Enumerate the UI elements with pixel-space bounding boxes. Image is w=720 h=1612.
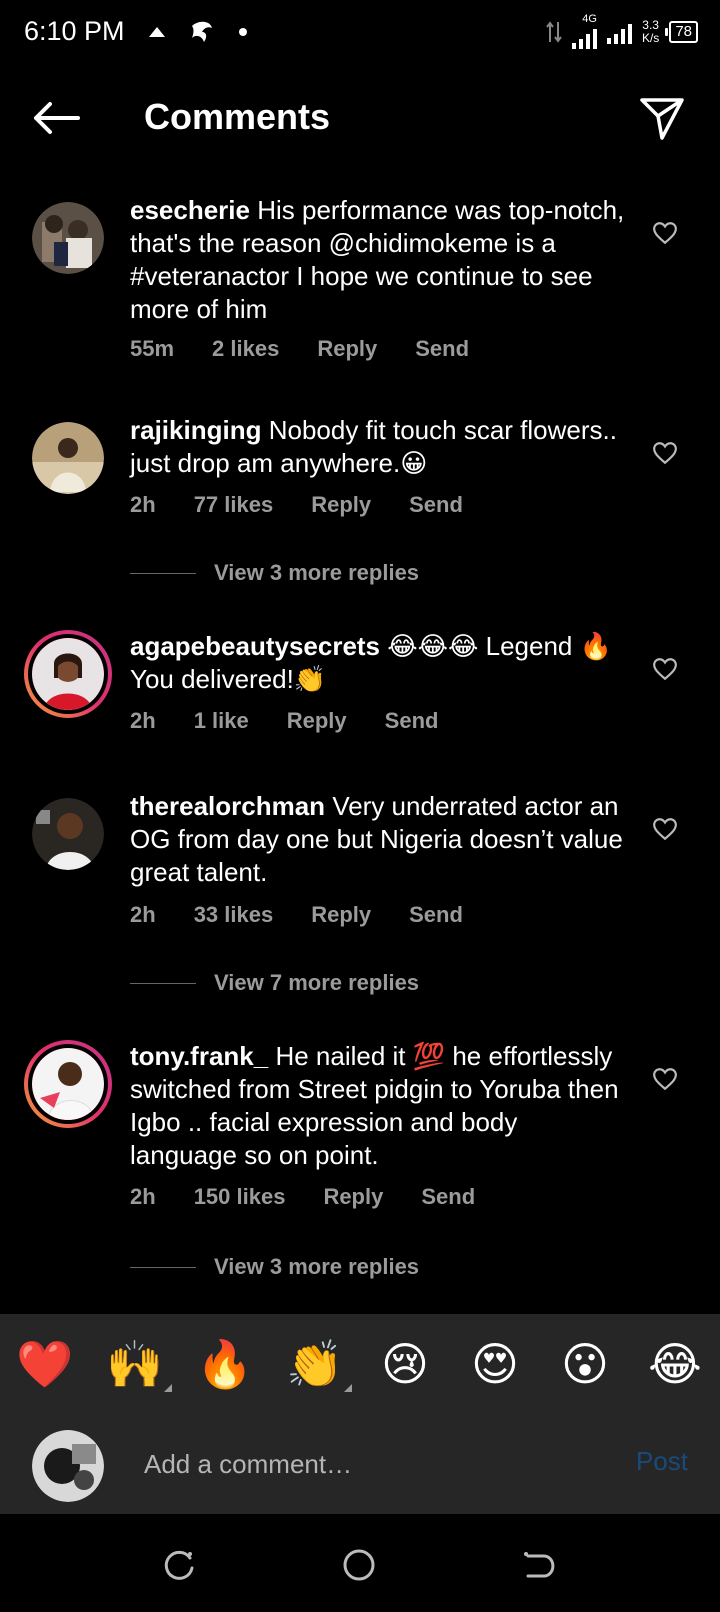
app-notification-icon xyxy=(149,27,165,37)
heart-icon[interactable] xyxy=(652,440,678,466)
comment-time: 2h xyxy=(130,708,156,733)
comment-username[interactable]: agapebeautysecrets xyxy=(130,631,380,661)
signal-strength-icon-2 xyxy=(606,20,632,44)
avatar-with-story-ring[interactable] xyxy=(24,1040,112,1128)
heart-icon[interactable] xyxy=(652,656,678,682)
comment-likes[interactable]: 2 likes xyxy=(212,336,279,362)
clapping-hands-emoji-button[interactable]: 👏 xyxy=(270,1314,360,1414)
view-replies-label: View 3 more replies xyxy=(214,560,420,585)
heart-eyes-emoji-button[interactable]: 😍 xyxy=(450,1314,540,1414)
comment-likes[interactable]: 33 likes xyxy=(194,902,274,928)
comment-text: tony.frank_ He nailed it 💯 he effortless… xyxy=(130,1040,630,1172)
send-button[interactable]: Send xyxy=(415,336,469,362)
comment-username[interactable]: esecherie xyxy=(130,195,250,225)
divider xyxy=(130,982,196,984)
comment-actions: 2h 33 likes Reply Send xyxy=(130,902,501,928)
surprised-face-emoji-button[interactable]: 😮 xyxy=(540,1314,630,1414)
back-arrow-icon xyxy=(34,102,80,134)
header: Comments xyxy=(0,66,720,176)
comment-composer: Post xyxy=(0,1414,720,1514)
comment-text: agapebeautysecrets 😂😂😂 Legend 🔥 You deli… xyxy=(130,630,630,696)
comment-text: therealorchman Very underrated actor an … xyxy=(130,790,630,889)
current-user-avatar xyxy=(32,1430,104,1502)
red-heart-emoji-button[interactable]: ❤️ xyxy=(0,1314,90,1414)
reply-button[interactable]: Reply xyxy=(323,1184,383,1210)
reply-button[interactable]: Reply xyxy=(317,336,377,362)
home-icon[interactable] xyxy=(342,1548,376,1582)
reply-button[interactable]: Reply xyxy=(311,902,371,928)
view-replies-label: View 7 more replies xyxy=(214,970,420,995)
share-button[interactable] xyxy=(638,94,686,142)
status-indicators: 4G 3.3 K/s 78 xyxy=(546,14,698,49)
send-button[interactable]: Send xyxy=(421,1184,475,1210)
network-type-label: 4G xyxy=(582,13,597,25)
divider xyxy=(130,1266,196,1268)
comment-actions: 2h 150 likes Reply Send xyxy=(130,1184,513,1210)
data-transfer-icon xyxy=(546,20,562,43)
comment-username[interactable]: therealorchman xyxy=(130,791,325,821)
view-replies-label: View 3 more replies xyxy=(214,1254,420,1279)
comment-time: 2h xyxy=(130,902,156,927)
comment-likes[interactable]: 1 like xyxy=(194,708,249,734)
comment-time: 55m xyxy=(130,336,175,361)
fire-emoji-button[interactable]: 🔥 xyxy=(180,1314,270,1414)
send-button[interactable]: Send xyxy=(385,708,439,734)
avatar[interactable] xyxy=(32,202,104,274)
heart-icon[interactable] xyxy=(652,816,678,842)
recent-apps-icon[interactable] xyxy=(162,1548,196,1582)
post-button[interactable]: Post xyxy=(636,1446,688,1477)
comment-likes[interactable]: 150 likes xyxy=(194,1184,286,1210)
emoji-quick-reactions: ❤️ 🙌 🔥 👏 😢 😍 😮 😂 xyxy=(0,1314,720,1414)
comment-text: rajikinging Nobody fit touch scar flower… xyxy=(130,414,630,480)
comment-actions: 2h 77 likes Reply Send xyxy=(130,492,501,518)
heart-icon[interactable] xyxy=(652,1066,678,1092)
heart-icon[interactable] xyxy=(652,220,678,246)
dot-icon xyxy=(239,28,247,36)
divider xyxy=(130,572,196,574)
comment-text: esecherie His performance was top-notch,… xyxy=(130,194,630,326)
back-button[interactable] xyxy=(30,96,82,140)
view-replies-button[interactable]: View 3 more replies xyxy=(130,1254,419,1280)
network-speed: 3.3 K/s xyxy=(641,17,660,45)
comment-input[interactable] xyxy=(144,1442,584,1486)
comment-time: 2h xyxy=(130,1184,156,1209)
back-nav-icon[interactable] xyxy=(522,1548,556,1582)
send-button[interactable]: Send xyxy=(409,492,463,518)
battery-icon: 78 xyxy=(665,20,698,43)
send-button[interactable]: Send xyxy=(409,902,463,928)
comment-username[interactable]: rajikinging xyxy=(130,415,261,445)
avatar-with-story-ring[interactable] xyxy=(24,630,112,718)
avatar[interactable] xyxy=(32,798,104,870)
reply-button[interactable]: Reply xyxy=(311,492,371,518)
paper-plane-icon xyxy=(640,98,684,140)
raising-hands-emoji-button[interactable]: 🙌 xyxy=(90,1314,180,1414)
view-replies-button[interactable]: View 7 more replies xyxy=(130,970,419,996)
status-bar: 6:10 PM 4G 3.3 K/s 78 xyxy=(0,0,720,66)
bird-notification-icon xyxy=(192,21,212,42)
avatar[interactable] xyxy=(32,422,104,494)
signal-strength-icon xyxy=(571,25,597,49)
laughing-tears-emoji-button[interactable]: 😂 xyxy=(630,1314,720,1414)
comment-username[interactable]: tony.frank_ xyxy=(130,1041,268,1071)
system-navigation-bar xyxy=(0,1514,720,1612)
reply-button[interactable]: Reply xyxy=(287,708,347,734)
comment-actions: 55m 2 likes Reply Send xyxy=(130,336,507,362)
view-replies-button[interactable]: View 3 more replies xyxy=(130,560,419,586)
crying-face-emoji-button[interactable]: 😢 xyxy=(360,1314,450,1414)
comment-time: 2h xyxy=(130,492,156,517)
status-time: 6:10 PM xyxy=(24,16,125,46)
comment-likes[interactable]: 77 likes xyxy=(194,492,274,518)
comment-actions: 2h 1 like Reply Send xyxy=(130,708,476,734)
page-title: Comments xyxy=(144,96,331,137)
status-notification-icons xyxy=(148,18,248,46)
